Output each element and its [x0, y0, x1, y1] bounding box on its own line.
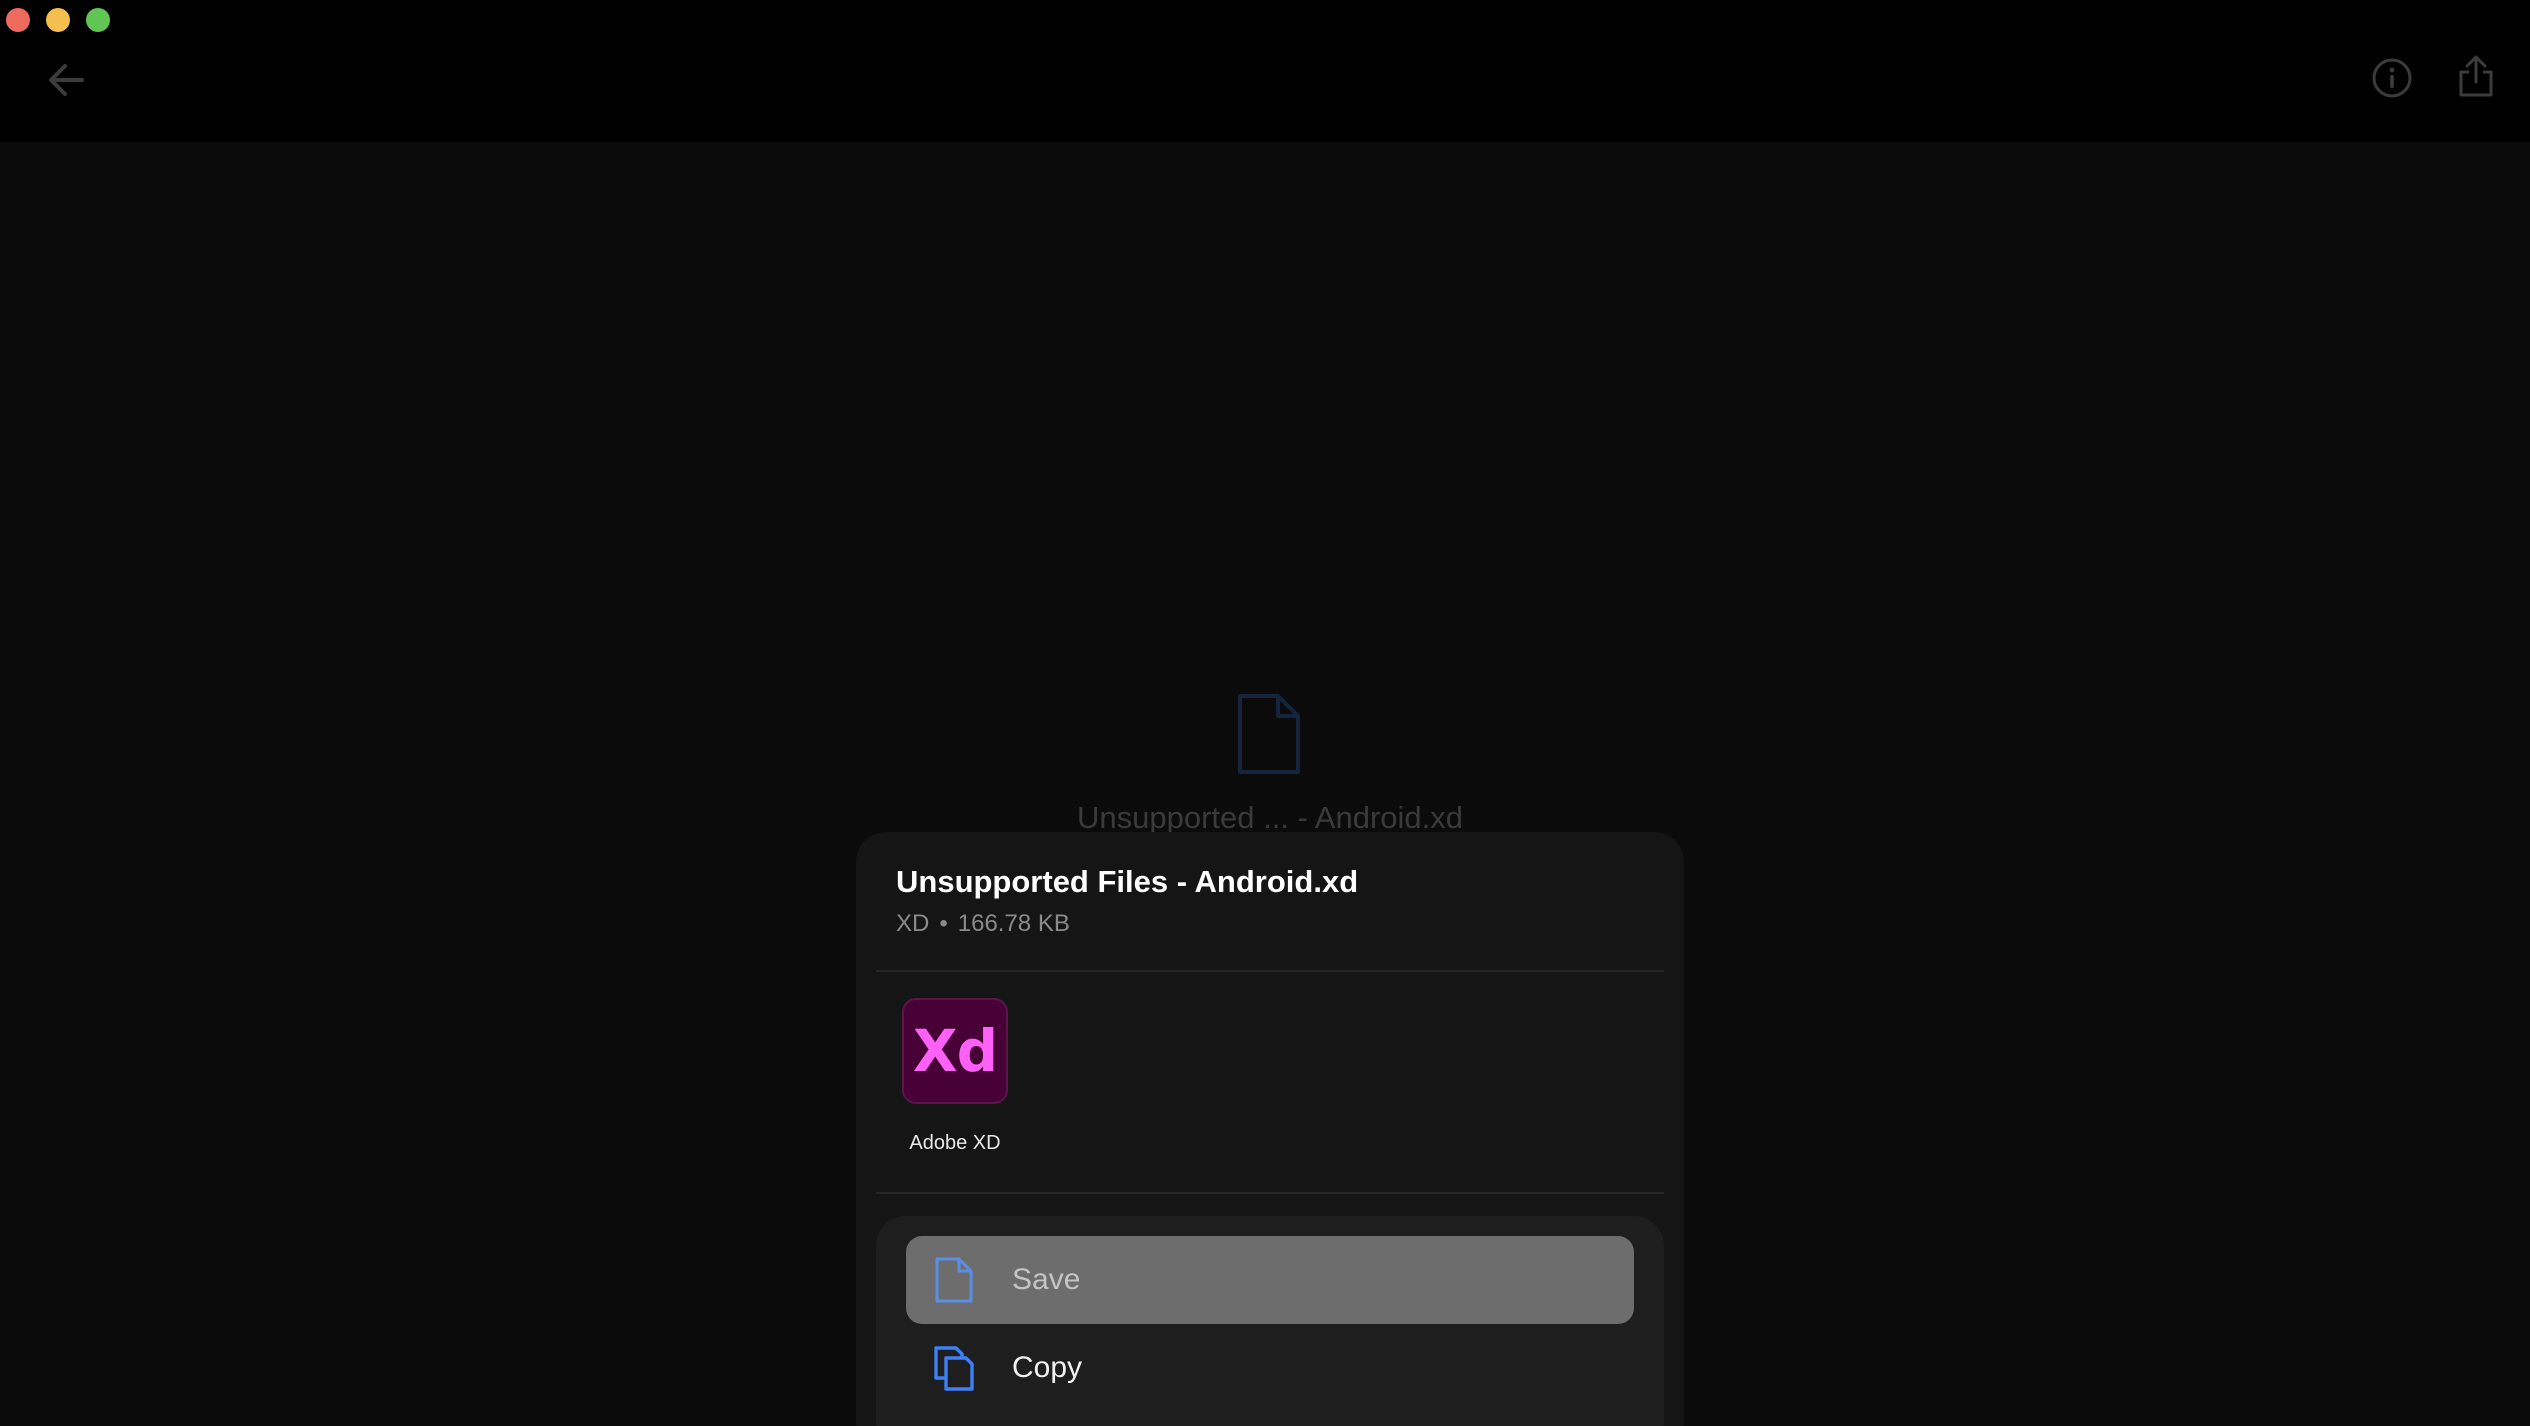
document-icon	[930, 1255, 978, 1305]
back-button[interactable]	[42, 56, 90, 104]
file-meta: XD • 166.78 KB	[896, 910, 1070, 938]
app-label: Adobe XD	[909, 1132, 1001, 1154]
save-label: Save	[1012, 1263, 1081, 1296]
close-window-button[interactable]	[6, 8, 30, 32]
divider	[876, 1192, 1664, 1194]
minimize-window-button[interactable]	[46, 8, 70, 32]
document-icon	[1236, 692, 1302, 776]
meta-separator: •	[939, 910, 948, 937]
app-option-adobe-xd[interactable]: Xd Adobe XD	[902, 998, 1010, 1168]
app-icon-text: Xd	[912, 1017, 998, 1085]
zoom-window-button[interactable]	[86, 8, 110, 32]
file-type: XD	[896, 910, 930, 937]
adobe-xd-icon: Xd	[902, 998, 1008, 1104]
info-icon	[2372, 58, 2412, 98]
divider	[876, 970, 1664, 972]
share-button[interactable]	[2452, 50, 2500, 102]
save-button[interactable]: Save	[906, 1236, 1634, 1324]
sheet-title: Unsupported Files - Android.xd	[896, 864, 1359, 899]
share-icon	[2459, 55, 2493, 97]
info-button[interactable]	[2370, 56, 2414, 100]
action-list: Save Copy	[876, 1216, 1664, 1426]
app-window: Unsupported ... - Android.xd Unsupported…	[0, 0, 2530, 1426]
preview-filename: Unsupported ... - Android.xd	[1076, 800, 1463, 835]
arrow-left-icon	[49, 64, 84, 96]
file-size: 166.78 KB	[957, 910, 1070, 937]
copy-icon	[930, 1343, 978, 1393]
title-bar	[0, 0, 2530, 142]
copy-button[interactable]: Copy	[906, 1324, 1634, 1412]
open-with-sheet: Unsupported Files - Android.xd XD • 166.78…	[856, 832, 1684, 1426]
copy-label: Copy	[1012, 1351, 1083, 1384]
